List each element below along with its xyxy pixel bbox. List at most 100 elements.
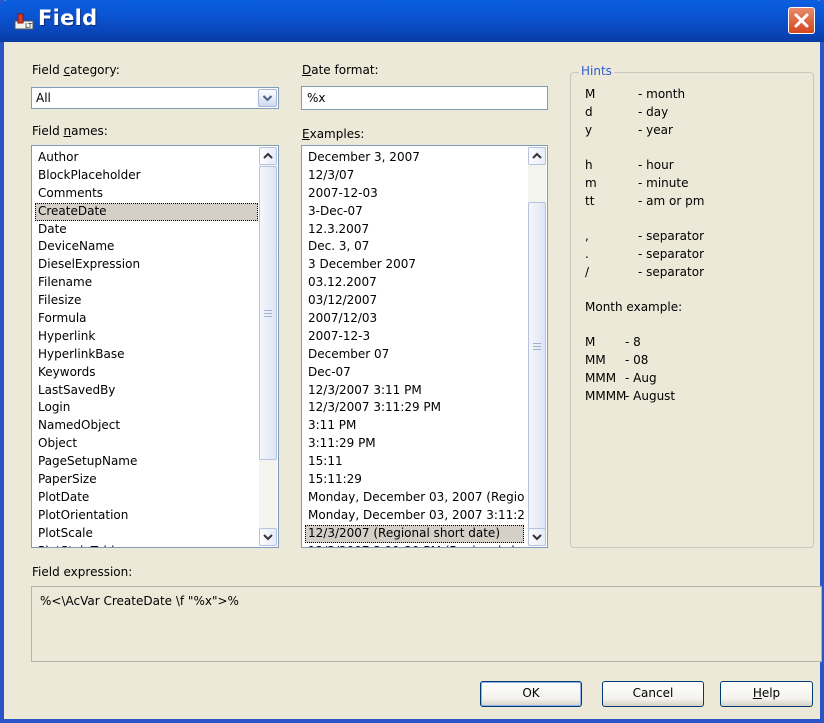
hint-desc: - separator <box>638 229 705 243</box>
hint-code: , <box>585 229 589 243</box>
scroll-up-button[interactable] <box>528 147 546 165</box>
example-item[interactable]: 15:11 <box>305 453 524 471</box>
field-category-value: All <box>36 91 51 105</box>
svg-text:LT: LT <box>25 22 33 30</box>
date-format-value: %x <box>307 91 326 105</box>
hint-desc: - year <box>638 123 673 137</box>
example-item[interactable]: 3 December 2007 <box>305 256 524 274</box>
field-name-item[interactable]: PlotScale <box>35 525 258 543</box>
example-item[interactable]: Monday, December 03, 2007 (Regional long… <box>305 489 524 507</box>
example-item[interactable]: Dec-07 <box>305 364 524 382</box>
field-name-item[interactable]: PageSetupName <box>35 453 258 471</box>
hint-desc: - 8 <box>625 335 641 349</box>
examples-scrollbar[interactable] <box>528 147 546 546</box>
scroll-up-button[interactable] <box>259 147 277 165</box>
field-name-item[interactable]: Filename <box>35 274 258 292</box>
close-button[interactable] <box>788 7 815 34</box>
example-item[interactable]: 3-Dec-07 <box>305 203 524 221</box>
field-name-item[interactable]: BlockPlaceholder <box>35 167 258 185</box>
hint-desc: - separator <box>638 247 705 261</box>
field-name-item[interactable]: Author <box>35 149 258 167</box>
field-expression-box[interactable]: %<\AcVar CreateDate \f "%x">% <box>31 586 822 662</box>
field-app-icon: LT <box>14 12 34 30</box>
field-name-item[interactable]: Comments <box>35 185 258 203</box>
field-name-item[interactable]: Filesize <box>35 292 258 310</box>
hint-desc: - am or pm <box>638 194 705 208</box>
hint-desc: - day <box>638 105 669 119</box>
field-name-item[interactable]: Login <box>35 399 258 417</box>
hints-title: Hints <box>579 64 614 78</box>
field-name-item[interactable]: CreateDate <box>35 202 258 221</box>
ok-button[interactable]: OK <box>480 681 582 707</box>
field-name-item[interactable]: Date <box>35 221 258 239</box>
field-name-item[interactable]: Object <box>35 435 258 453</box>
example-item[interactable]: Dec. 3, 07 <box>305 238 524 256</box>
example-item[interactable]: 15:11:29 <box>305 471 524 489</box>
scroll-down-button[interactable] <box>259 528 277 546</box>
field-category-combobox[interactable]: All <box>31 87 279 109</box>
hint-desc: - 08 <box>625 353 649 367</box>
chevron-up-icon <box>529 152 545 167</box>
hint-code: / <box>585 265 590 279</box>
hint-code: M <box>585 335 596 349</box>
scroll-thumb[interactable] <box>528 202 546 530</box>
example-item[interactable]: 12/3/2007 3:11:29 PM (Regional short dat… <box>305 543 524 547</box>
field-name-item[interactable]: LastSavedBy <box>35 382 258 400</box>
cancel-button[interactable]: Cancel <box>602 681 704 707</box>
hint-code: tt <box>585 194 595 208</box>
field-name-item[interactable]: NamedObject <box>35 417 258 435</box>
hint-code: MMMM <box>585 389 627 403</box>
example-item[interactable]: 03/12/2007 <box>305 292 524 310</box>
field-name-item[interactable]: DieselExpression <box>35 256 258 274</box>
field-category-dropdown-button[interactable] <box>258 89 277 107</box>
field-names-listbox[interactable]: Author BlockPlaceholder Comments CreateDate… <box>31 145 279 548</box>
example-item[interactable]: 12.3.2007 <box>305 221 524 239</box>
hint-desc: - separator <box>638 265 705 279</box>
hint-desc: - minute <box>638 176 689 190</box>
hint-code: MM <box>585 353 606 367</box>
example-item[interactable]: 12/3/07 <box>305 167 524 185</box>
field-expression-value: %<\AcVar CreateDate \f "%x">% <box>40 594 239 608</box>
hint-code: h <box>585 158 593 172</box>
date-format-input[interactable]: %x <box>301 86 548 110</box>
hint-code: M <box>585 87 596 101</box>
example-item[interactable]: 2007-12-03 <box>305 185 524 203</box>
scroll-thumb[interactable] <box>259 166 277 460</box>
example-item[interactable]: 12/3/2007 3:11 PM <box>305 382 524 400</box>
field-name-item[interactable]: PlotDate <box>35 489 258 507</box>
field-name-item[interactable]: Keywords <box>35 364 258 382</box>
dialog-title: Field <box>38 6 98 30</box>
examples-listbox[interactable]: December 3, 2007 12/3/07 2007-12-03 3-Dec-0… <box>301 145 548 548</box>
hint-desc: - month <box>638 87 686 101</box>
field-dialog: LT Field Field category: All Field names… <box>0 0 824 723</box>
example-item[interactable]: December 3, 2007 <box>305 149 524 167</box>
hint-code: m <box>585 176 597 190</box>
field-name-item[interactable]: HyperlinkBase <box>35 346 258 364</box>
field-name-item[interactable]: PlotStyleTable <box>35 543 258 547</box>
example-item[interactable]: 12/3/2007 (Regional short date) <box>305 524 524 543</box>
field-name-item[interactable]: DeviceName <box>35 238 258 256</box>
hint-desc: - hour <box>638 158 674 172</box>
example-item[interactable]: Monday, December 03, 2007 3:11:29 PM <box>305 507 524 525</box>
field-name-item[interactable]: Formula <box>35 310 258 328</box>
hint-desc: - Aug <box>625 371 657 385</box>
example-item[interactable]: 2007/12/03 <box>305 310 524 328</box>
field-name-item[interactable]: PlotOrientation <box>35 507 258 525</box>
hint-code: . <box>585 247 589 261</box>
scroll-down-button[interactable] <box>528 528 546 546</box>
example-item[interactable]: December 07 <box>305 346 524 364</box>
example-item[interactable]: 12/3/2007 3:11:29 PM <box>305 399 524 417</box>
example-item[interactable]: 03.12.2007 <box>305 274 524 292</box>
example-item[interactable]: 3:11 PM <box>305 417 524 435</box>
field-category-label: Field category: <box>32 63 120 77</box>
help-button[interactable]: Help <box>720 681 813 707</box>
field-name-item[interactable]: Hyperlink <box>35 328 258 346</box>
title-bar[interactable]: LT Field <box>0 0 824 42</box>
example-item[interactable]: 2007-12-3 <box>305 328 524 346</box>
hint-code: y <box>585 123 593 137</box>
field-name-item[interactable]: PaperSize <box>35 471 258 489</box>
examples-label: Examples: <box>302 127 365 141</box>
hint-code: MMM <box>585 371 617 385</box>
field-names-scrollbar[interactable] <box>259 147 277 546</box>
example-item[interactable]: 3:11:29 PM <box>305 435 524 453</box>
